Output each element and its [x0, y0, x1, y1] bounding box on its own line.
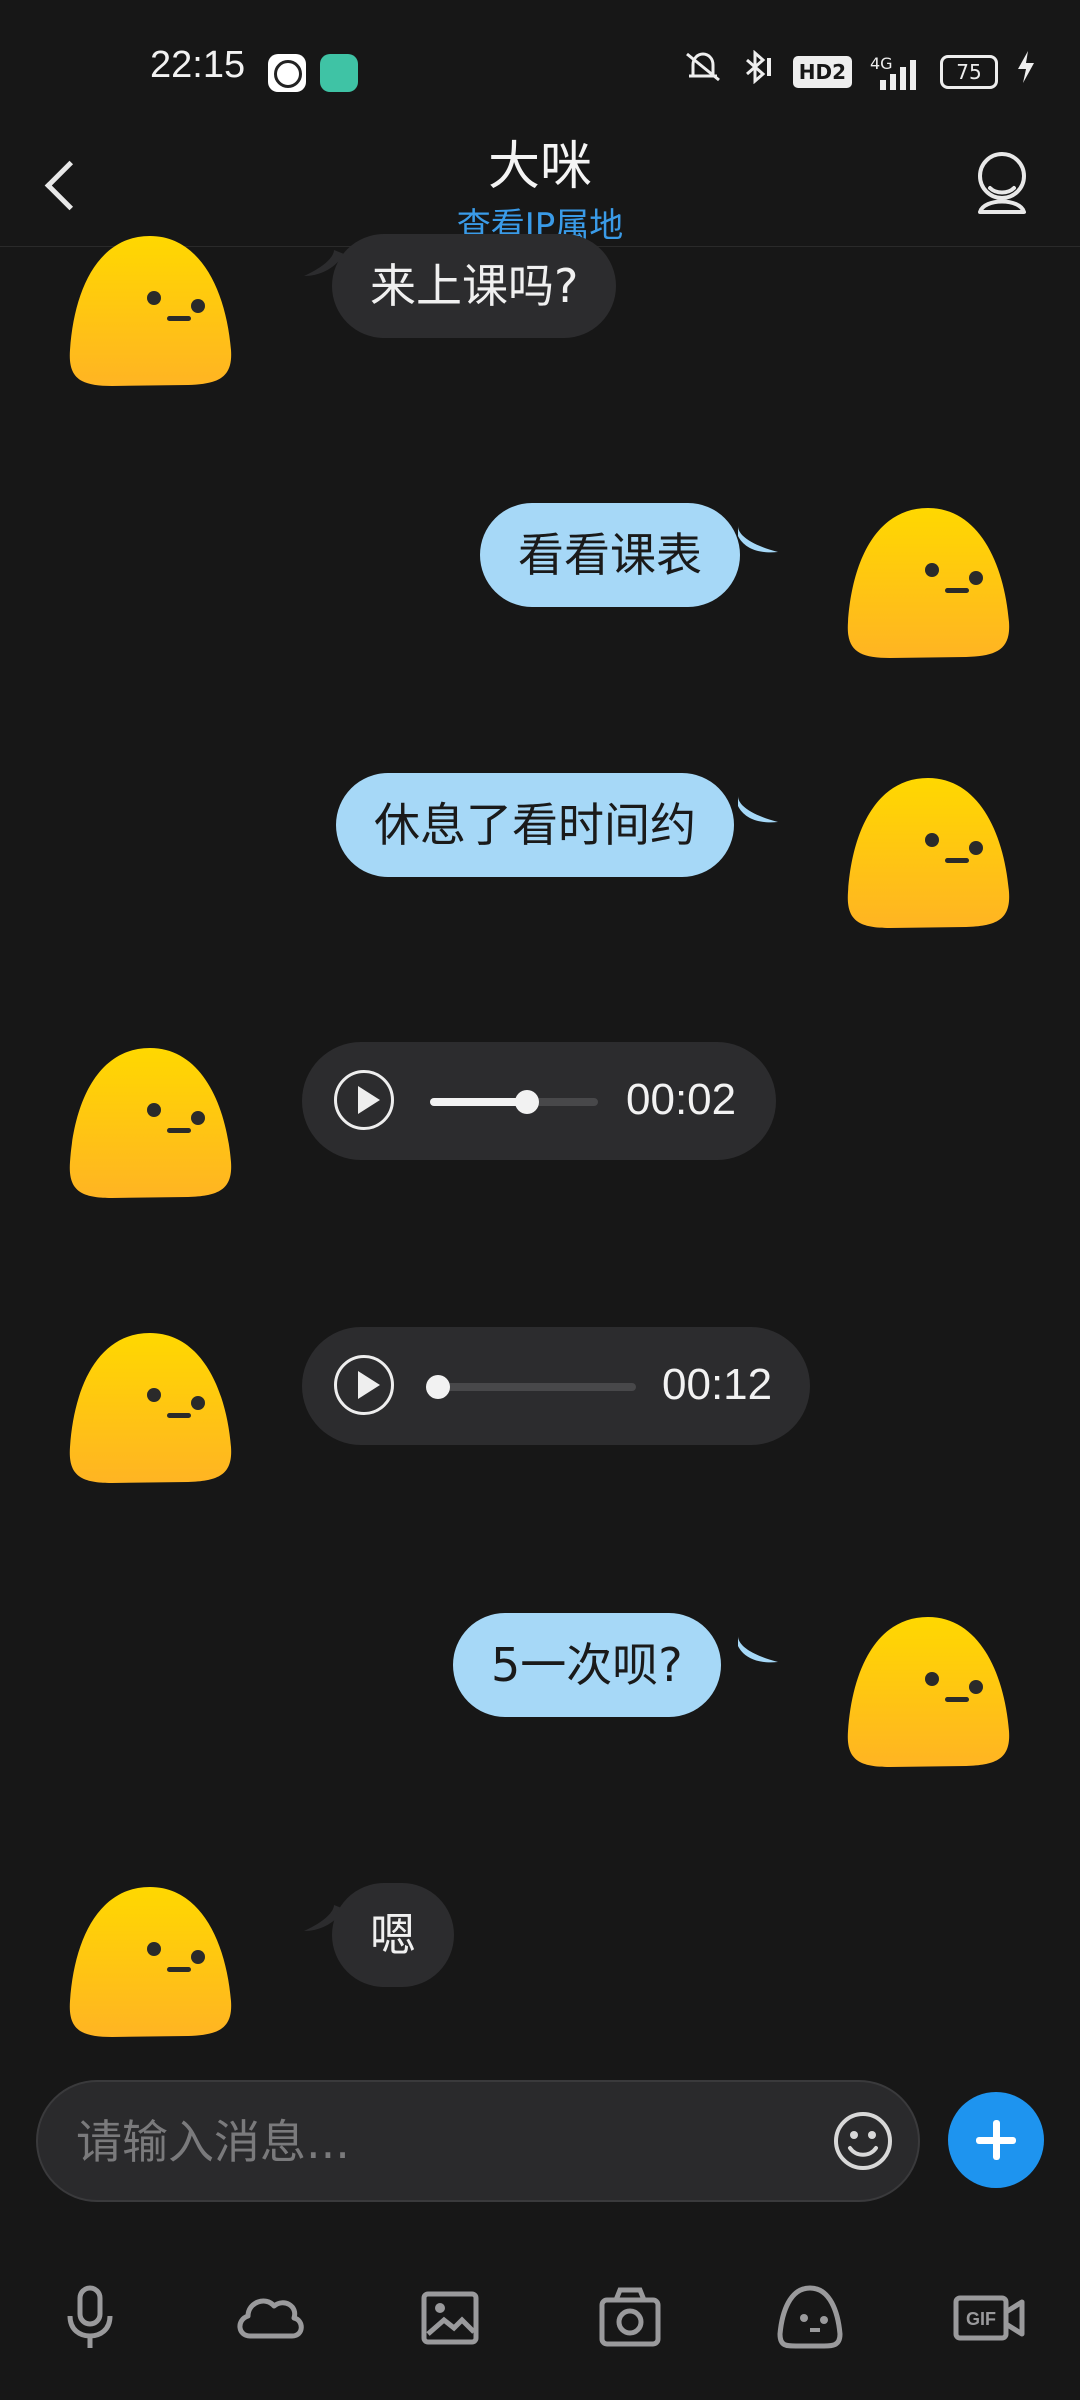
- emoji-button[interactable]: [832, 2110, 894, 2172]
- bluetooth-icon: [741, 49, 775, 95]
- sticker-face-icon: [777, 2285, 843, 2349]
- voice-duration: 00:12: [662, 1360, 773, 1409]
- image-icon: [421, 2291, 479, 2345]
- camera-icon: [599, 2287, 661, 2347]
- voice-progress-track[interactable]: [430, 1090, 598, 1114]
- message-bubble-incoming[interactable]: 来上课吗?: [332, 234, 617, 338]
- more-options-button[interactable]: [948, 2092, 1044, 2188]
- message-bubble-outgoing[interactable]: 5一次呗?: [453, 1613, 721, 1717]
- voice-progress-knob[interactable]: [426, 1375, 450, 1399]
- status-bar: 22:15 HD2 4G 75: [0, 0, 1080, 120]
- voice-progress-track[interactable]: [426, 1375, 636, 1399]
- battery-icon: 75: [940, 55, 998, 89]
- camera-button[interactable]: [590, 2278, 670, 2358]
- contact-avatar[interactable]: [68, 1044, 233, 1199]
- status-icons: HD2 4G 75: [683, 49, 1036, 95]
- message-input-bar: [36, 2080, 920, 2202]
- person-icon: [978, 152, 1026, 214]
- mute-icon: [683, 50, 723, 95]
- contact-avatar[interactable]: [68, 1329, 233, 1484]
- contact-avatar[interactable]: [68, 1883, 233, 2038]
- contact-name: 大咪: [487, 137, 592, 197]
- svg-text:GIF: GIF: [966, 2309, 996, 2329]
- voice-progress-fill: [430, 1098, 527, 1106]
- voice-duration: 00:02: [626, 1075, 737, 1124]
- bubble-tail: [738, 1636, 778, 1663]
- play-icon[interactable]: [334, 1070, 394, 1130]
- microphone-icon: [67, 2285, 113, 2348]
- cloud-icon: [237, 2298, 304, 2339]
- message-bubble-outgoing[interactable]: 休息了看时间约: [336, 773, 734, 877]
- chat-app-icon: [320, 54, 358, 92]
- bubble-tail: [738, 526, 778, 553]
- signal-icon: 4G: [870, 52, 922, 92]
- chat-header: 大咪 查看IP属地: [0, 120, 1080, 247]
- gif-video-icon: GIF: [953, 2295, 1025, 2341]
- sticker-button[interactable]: [770, 2278, 850, 2358]
- play-icon[interactable]: [334, 1355, 394, 1415]
- kwai-app-icon: [268, 54, 306, 92]
- my-avatar[interactable]: [846, 1613, 1011, 1768]
- bottom-toolbar: GIF: [0, 2250, 1080, 2400]
- smiley-icon: [834, 2112, 892, 2170]
- profile-button[interactable]: [972, 148, 1032, 218]
- my-avatar[interactable]: [846, 504, 1011, 659]
- my-avatar[interactable]: [846, 774, 1011, 929]
- image-button[interactable]: [410, 2278, 490, 2358]
- voice-message[interactable]: 00:02: [302, 1042, 776, 1160]
- voice-progress-knob[interactable]: [515, 1090, 539, 1114]
- bubble-tail: [738, 796, 778, 823]
- voice-message[interactable]: 00:12: [302, 1327, 810, 1445]
- gif-video-button[interactable]: GIF: [950, 2278, 1030, 2358]
- hd-icon: HD2: [792, 56, 852, 88]
- message-bubble-incoming[interactable]: 嗯: [332, 1883, 454, 1987]
- charging-icon: [1016, 49, 1036, 96]
- voice-input-button[interactable]: [50, 2278, 130, 2358]
- cloud-button[interactable]: [230, 2278, 310, 2358]
- status-time: 22:15: [150, 44, 246, 86]
- message-bubble-outgoing[interactable]: 看看课表: [480, 503, 740, 607]
- message-input[interactable]: [74, 2082, 838, 2202]
- contact-avatar[interactable]: [68, 232, 233, 387]
